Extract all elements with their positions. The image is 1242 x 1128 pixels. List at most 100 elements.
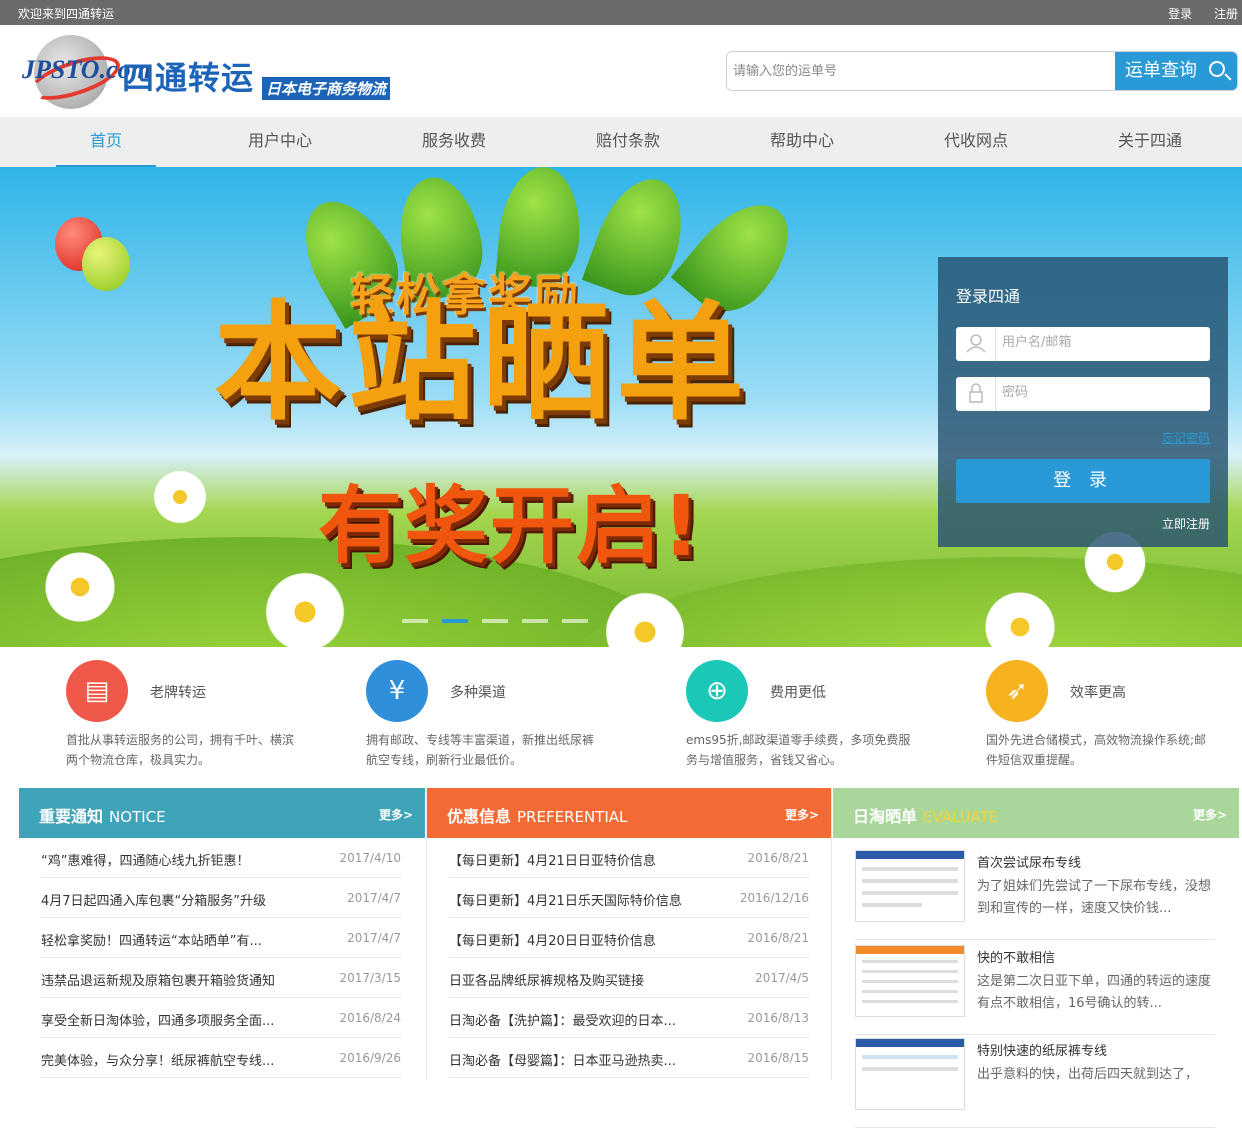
- item-date: 2016/12/16: [739, 891, 809, 905]
- search-icon: [1209, 61, 1225, 77]
- warehouse-icon: ▤: [66, 660, 128, 722]
- item-date: 2017/3/15: [339, 971, 401, 985]
- list-item[interactable]: 4月7日起四通入库包裹“分箱服务”升级 2017/4/7: [41, 878, 401, 918]
- evaluate-header: 日淘晒单 EVALUATE 更多>: [833, 788, 1239, 838]
- list-item[interactable]: 【每日更新】4月21日日亚特价信息 2016/8/21: [449, 838, 809, 878]
- password-input[interactable]: [1002, 385, 1202, 400]
- item-title[interactable]: 日淘必备【洗护篇】：最受欢迎的日本...: [449, 1010, 739, 1029]
- feature-title: 老牌转运: [150, 685, 206, 701]
- item-date: 2016/8/21: [747, 931, 809, 945]
- list-item[interactable]: 完美体验，与众分享！纸尿裤航空专线... 2016/9/26: [41, 1038, 401, 1078]
- user-icon: [956, 327, 996, 361]
- item-title[interactable]: 4月7日起四通入库包裹“分箱服务”升级: [41, 890, 331, 909]
- nav-item-compensation[interactable]: 赔付条款: [578, 117, 678, 167]
- review-item[interactable]: 首次尝试尿布专线 为了姐妹们先尝试了一下尿布专线，没想到和宣传的一样，速度又快价…: [855, 850, 1215, 940]
- list-item[interactable]: 享受全新日淘体验，四通多项服务全面... 2016/8/24: [41, 998, 401, 1038]
- login-link[interactable]: 登录: [1168, 7, 1192, 21]
- notice-more-link[interactable]: 更多>: [379, 806, 413, 823]
- login-title: 登录四通: [956, 287, 1021, 306]
- preferential-more-link[interactable]: 更多>: [785, 806, 819, 823]
- item-title[interactable]: 日亚各品牌纸尿裤规格及购买链接: [449, 970, 739, 989]
- item-date: 2017/4/10: [339, 851, 401, 865]
- evaluate-title: 日淘晒单: [853, 807, 918, 826]
- item-title[interactable]: 违禁品退运新规及原箱包裹开箱验货通知: [41, 970, 331, 989]
- nav-item-home[interactable]: 首页: [56, 117, 156, 167]
- feature-title: 费用更低: [770, 685, 826, 701]
- tracking-search-label: 运单查询: [1125, 60, 1197, 81]
- nav-item-help-center[interactable]: 帮助中心: [752, 117, 852, 167]
- review-desc: 这是第二次日亚下单，四通的转运的速度有点不敢相信，16号确认的转...: [977, 974, 1212, 1011]
- feature-title: 多种渠道: [450, 685, 506, 701]
- feature-veteran: ▤ 老牌转运 首批从事转运服务的公司，拥有千叶、横滨两个物流仓库，极具实力。: [66, 660, 346, 770]
- notice-title-en: NOTICE: [109, 808, 166, 826]
- item-title[interactable]: 轻松拿奖励！四通转运“本站晒单”有...: [41, 930, 331, 949]
- flower-decoration: [150, 467, 210, 527]
- review-title[interactable]: 特别快速的纸尿裤专线: [977, 1040, 1107, 1059]
- evaluate-more-link[interactable]: 更多>: [1193, 806, 1227, 823]
- list-item[interactable]: 违禁品退运新规及原箱包裹开箱验货通知 2017/3/15: [41, 958, 401, 998]
- review-thumbnail[interactable]: [855, 1038, 965, 1110]
- list-item[interactable]: 【每日更新】4月20日日亚特价信息 2016/8/21: [449, 918, 809, 958]
- carousel-dot[interactable]: [522, 619, 548, 623]
- review-desc: 为了姐妹们先尝试了一下尿布专线，没想到和宣传的一样，速度又快价钱...: [977, 879, 1212, 916]
- tracking-number-input[interactable]: [727, 52, 1117, 90]
- nav-item-collection-points[interactable]: 代收网点: [926, 117, 1026, 167]
- list-item[interactable]: 【每日更新】4月21日乐天国际特价信息 2016/12/16: [449, 878, 809, 918]
- item-date: 2016/9/26: [339, 1051, 401, 1065]
- nav-item-user-center[interactable]: 用户中心: [230, 117, 330, 167]
- list-item[interactable]: 日亚各品牌纸尿裤规格及购买链接 2017/4/5: [449, 958, 809, 998]
- carousel-dot[interactable]: [402, 619, 428, 623]
- item-title[interactable]: 【每日更新】4月21日乐天国际特价信息: [449, 890, 739, 909]
- promo-banner[interactable]: 轻松拿奖励 本站晒单 有奖开启! 登录四通 忘记密码 登 录 立即注册: [0, 167, 1242, 647]
- review-title[interactable]: 首次尝试尿布专线: [977, 852, 1081, 871]
- carousel-dots: [402, 608, 602, 627]
- nav-item-service-fees[interactable]: 服务收费: [404, 117, 504, 167]
- item-title[interactable]: 日淘必备【母婴篇】：日本亚马逊热卖...: [449, 1050, 739, 1069]
- review-item[interactable]: 特别快速的纸尿裤专线 出乎意料的快，出荷后四天就到达了，: [855, 1038, 1215, 1128]
- review-thumbnail[interactable]: [855, 945, 965, 1017]
- account-links: 登录 注册: [1150, 5, 1238, 22]
- logo-subtitle: 日本电子商务物流: [262, 77, 391, 100]
- nav-item-about[interactable]: 关于四通: [1100, 117, 1200, 167]
- carousel-dot-active[interactable]: [442, 619, 468, 623]
- banner-headline-2: 本站晒单: [214, 289, 751, 438]
- item-title[interactable]: 【每日更新】4月21日日亚特价信息: [449, 850, 739, 869]
- logo-name: 四通转运: [122, 59, 255, 97]
- item-date: 2017/4/5: [755, 971, 809, 985]
- lock-icon: [956, 377, 996, 411]
- review-title[interactable]: 快的不敢相信: [977, 947, 1055, 966]
- carousel-dot[interactable]: [562, 619, 588, 623]
- carousel-dot[interactable]: [482, 619, 508, 623]
- password-field[interactable]: [956, 377, 1210, 411]
- list-item[interactable]: “鸡”惠难得，四通随心线九折钜惠！ 2017/4/10: [41, 838, 401, 878]
- item-date: 2016/8/13: [747, 1011, 809, 1025]
- preferential-title: 优惠信息: [447, 807, 512, 826]
- feature-desc: 国外先进合储模式，高效物流操作系统;邮件短信双重提醒。: [986, 733, 1207, 767]
- review-thumbnail[interactable]: [855, 850, 965, 922]
- list-item[interactable]: 轻松拿奖励！四通转运“本站晒单”有... 2017/4/7: [41, 918, 401, 958]
- username-field[interactable]: [956, 327, 1210, 361]
- list-item[interactable]: 日淘必备【洗护篇】：最受欢迎的日本... 2016/8/13: [449, 998, 809, 1038]
- item-title[interactable]: 完美体验，与众分享！纸尿裤航空专线...: [41, 1050, 331, 1069]
- review-item[interactable]: 快的不敢相信 这是第二次日亚下单，四通的转运的速度有点不敢相信，16号确认的转.…: [855, 945, 1215, 1035]
- list-item[interactable]: 日淘必备【母婴篇】：日本亚马逊热卖... 2016/8/15: [449, 1038, 809, 1078]
- item-date: 2016/8/21: [747, 851, 809, 865]
- item-title[interactable]: 享受全新日淘体验，四通多项服务全面...: [41, 1010, 331, 1029]
- register-now-link[interactable]: 立即注册: [1162, 515, 1210, 532]
- banner-headline-3: 有奖开启!: [318, 477, 703, 575]
- item-title[interactable]: 【每日更新】4月20日日亚特价信息: [449, 930, 739, 949]
- register-link[interactable]: 注册: [1214, 7, 1238, 21]
- username-input[interactable]: [1002, 335, 1202, 350]
- item-date: 2017/4/7: [347, 931, 401, 945]
- item-date: 2016/8/15: [747, 1051, 809, 1065]
- tracking-search-button[interactable]: 运单查询: [1115, 52, 1237, 90]
- forgot-password-link[interactable]: 忘记密码: [1162, 429, 1210, 446]
- login-button[interactable]: 登 录: [956, 459, 1210, 503]
- item-title[interactable]: “鸡”惠难得，四通随心线九折钜惠！: [41, 850, 331, 869]
- review-desc: 出乎意料的快，出荷后四天就到达了，: [977, 1067, 1199, 1082]
- flower-decoration: [40, 547, 120, 627]
- site-logo[interactable]: JPSTO.com 四通转运 日本电子商务物流: [22, 33, 412, 113]
- login-panel: 登录四通 忘记密码 登 录 立即注册: [938, 257, 1228, 547]
- truck-icon: ¥: [366, 660, 428, 722]
- feature-channels: ¥ 多种渠道 拥有邮政、专线等丰富渠道，新推出纸尿裤航空专线，刷新行业最低价。: [366, 660, 646, 770]
